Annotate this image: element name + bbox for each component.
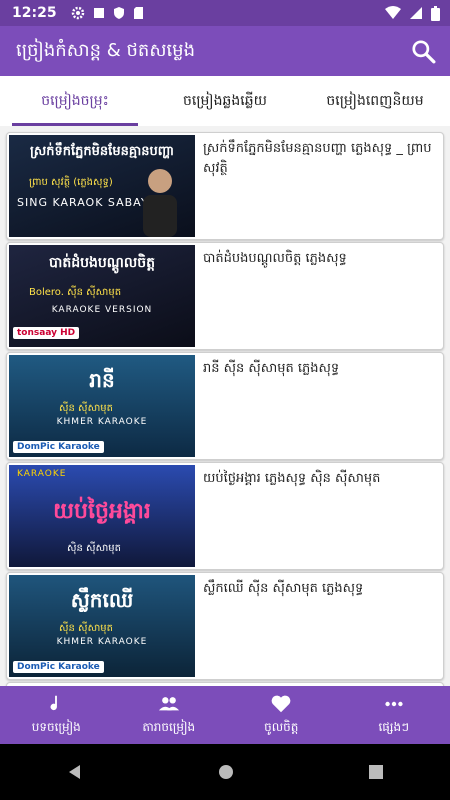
status-bar: 12:25 — [0, 0, 450, 26]
more-icon — [385, 701, 403, 707]
channel-badge: DomPic Karaoke — [13, 441, 104, 453]
song-title: ស្លឹកឈើ ស៊ីន ស៊ីសាមុត ភ្លេងសុទ្ធ — [203, 581, 364, 596]
home-icon[interactable] — [217, 763, 235, 781]
song-thumbnail: ស្រក់ទឹកភ្នែកមិនមែនគ្មានបញ្ហា ព្រាប សុវត… — [9, 135, 195, 237]
tab-popular-songs[interactable]: ចម្រៀងពេញនិយម — [300, 76, 450, 126]
nav-singers[interactable]: តារាចម្រៀង — [113, 686, 226, 744]
nav-singers-label: តារាចម្រៀង — [142, 720, 196, 734]
song-card[interactable]: KARAOKE យប់ថ្ងៃអង្គារ ស៊ិន ស៊ីសាមុត យប់ថ… — [6, 462, 444, 570]
song-title: រានី ស៊ីន ស៊ីសាមុត ភ្លេងសុទ្ធ — [203, 361, 340, 376]
system-navigation-bar — [0, 744, 450, 800]
singer-photo — [143, 169, 177, 237]
nav-favorites-label: ចូលចិត្ត — [264, 720, 299, 734]
thumbnail-title: បាត់ដំបងបណ្ដូលចិត្ត — [49, 255, 155, 271]
recents-icon[interactable] — [368, 764, 384, 780]
app-title: ច្រៀងកំសាន្ត & ថតសម្លេង — [16, 39, 196, 61]
thumbnail-caption: KHMER KARAOKE — [56, 637, 148, 647]
app-bar: ច្រៀងកំសាន្ត & ថតសម្លេង — [0, 26, 450, 76]
thumbnail-caption: KHMER KARAOKE — [56, 417, 148, 427]
thumbnail-caption: KARAOKE VERSION — [51, 305, 153, 315]
tab-mixed-songs[interactable]: ចម្រៀងចម្រុះ — [0, 76, 150, 126]
song-title: បាត់ដំបងបណ្ដូលចិត្ត ភ្លេងសុទ្ធ — [203, 251, 347, 266]
song-title: ស្រក់ទឹកភ្នែកមិនមែនគ្មានបញ្ហា ភ្លេងសុទ្ធ… — [203, 141, 432, 176]
heart-icon — [271, 695, 291, 713]
bottom-navigation: បទចម្រៀង តារាចម្រៀង ចូលចិត្ត ផ្សេងៗ — [0, 686, 450, 744]
song-card[interactable]: ស្លឹកឈើ ស៊ីន ស៊ីសាមុត KHMER KARAOKE DomP… — [6, 572, 444, 680]
thumbnail-subtitle: ស៊ិន ស៊ីសាមុត — [67, 543, 121, 554]
wifi-icon — [385, 6, 401, 19]
channel-badge: tonsaay HD — [13, 327, 80, 339]
tab-bar: ចម្រៀងចម្រុះ ចម្រៀងឆ្លងឆ្លើយ ចម្រៀងពេញនិ… — [0, 76, 450, 126]
gear-icon — [71, 6, 84, 20]
song-thumbnail: KARAOKE យប់ថ្ងៃអង្គារ ស៊ិន ស៊ីសាមុត — [9, 465, 195, 567]
nav-songs[interactable]: បទចម្រៀង — [0, 686, 113, 744]
song-card[interactable]: បាត់ដំបងបណ្ដូលចិត្ត Bolero. ស៊ីន ស៊ីសាមុ… — [6, 242, 444, 350]
tab-duet-songs[interactable]: ចម្រៀងឆ្លងឆ្លើយ — [150, 76, 300, 126]
thumbnail-title: ស្លឹកឈើ — [70, 588, 134, 612]
status-time: 12:25 — [12, 5, 57, 21]
shield-icon — [113, 7, 124, 19]
music-note-icon — [50, 695, 58, 711]
song-thumbnail: បាត់ដំបងបណ្ដូលចិត្ត Bolero. ស៊ីន ស៊ីសាមុ… — [9, 245, 195, 347]
nav-songs-label: បទចម្រៀង — [31, 720, 81, 734]
sd-card-icon — [133, 7, 143, 19]
song-thumbnail: រានី ស៊ីន ស៊ីសាមុត KHMER KARAOKE DomPic … — [9, 355, 195, 457]
nav-more-label: ផ្សេងៗ — [378, 720, 410, 734]
thumbnail-subtitle: ព្រាប សុវត្ថិ (ភ្លេងសុទ្ធ) — [29, 177, 113, 188]
nav-more[interactable]: ផ្សេងៗ — [338, 686, 450, 744]
channel-badge: DomPic Karaoke — [13, 661, 104, 673]
nav-favorites[interactable]: ចូលចិត្ត — [225, 686, 338, 744]
battery-icon — [431, 5, 440, 21]
search-icon[interactable] — [410, 38, 436, 64]
thumbnail-title: ស្រក់ទឹកភ្នែកមិនមែនគ្មានបញ្ហា — [30, 144, 174, 159]
thumbnail-caption: KARAOKE — [17, 469, 67, 479]
song-card[interactable]: ស្រក់ទឹកភ្នែកមិនមែនគ្មានបញ្ហា ព្រាប សុវត… — [6, 132, 444, 240]
people-icon — [158, 697, 179, 711]
thumbnail-subtitle: ស៊ីន ស៊ីសាមុត — [59, 403, 113, 414]
thumbnail-subtitle: ស៊ីន ស៊ីសាមុត — [59, 623, 113, 634]
back-icon[interactable] — [66, 763, 84, 781]
song-thumbnail: ស្លឹកឈើ ស៊ីន ស៊ីសាមុត KHMER KARAOKE DomP… — [9, 575, 195, 677]
square-icon — [93, 8, 104, 18]
thumbnail-subtitle: Bolero. ស៊ីន ស៊ីសាមុត — [29, 287, 122, 298]
thumbnail-title: យប់ថ្ងៃអង្គារ — [53, 499, 151, 524]
thumbnail-title: រានី — [89, 368, 115, 392]
song-list[interactable]: ស្រក់ទឹកភ្នែកមិនមែនគ្មានបញ្ហា ព្រាប សុវត… — [0, 126, 450, 686]
song-card[interactable]: រានី ស៊ីន ស៊ីសាមុត KHMER KARAOKE DomPic … — [6, 352, 444, 460]
song-title: យប់ថ្ងៃអង្គារ ភ្លេងសុទ្ធ ស៊ិន ស៊ីសាមុត — [203, 471, 381, 486]
signal-icon — [410, 7, 422, 19]
